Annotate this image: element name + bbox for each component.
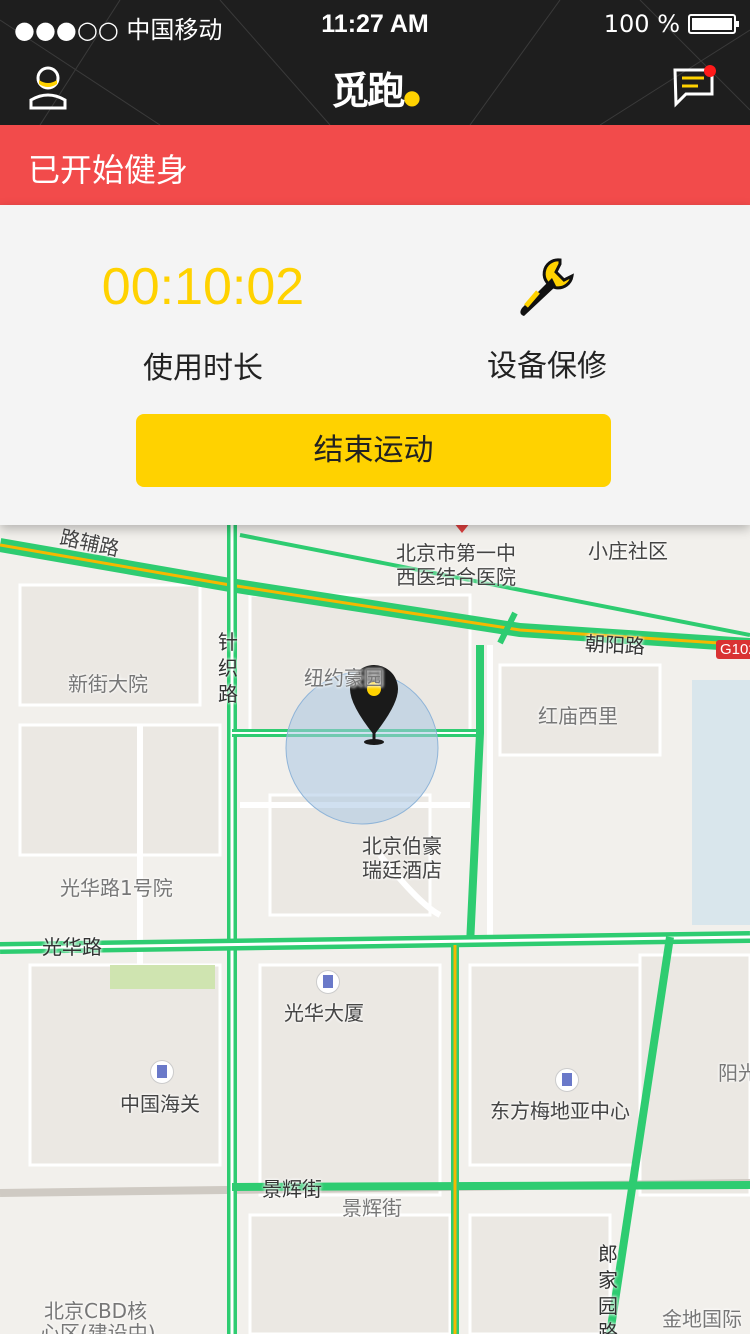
map-label-jinghui-street-1: 景辉街 <box>262 1177 322 1201</box>
map-label-cbd-2: 心区(建设中) <box>40 1321 156 1334</box>
logo-dot: ● <box>403 85 421 109</box>
map-label-niuyue: 纽约豪园 <box>304 666 384 690</box>
end-workout-button[interactable]: 结束运动 <box>136 414 611 487</box>
logo-text: 觅跑 <box>331 69 405 113</box>
session-panel: 00:10:02 使用时长 设备保修 结束运动 <box>0 205 750 525</box>
duration-timer: 00:10:02 <box>101 258 305 316</box>
building-icon <box>150 1060 174 1084</box>
map-label-xiaozhuang: 小庄社区 <box>588 539 668 563</box>
top-bar: ●●●○○ 中国移动 11:27 AM 100 % 觅跑● <box>0 0 750 125</box>
building-icon <box>316 970 340 994</box>
battery-icon <box>688 14 739 34</box>
map-label-langjia: 郎家园路 <box>598 1242 618 1334</box>
duration-label: 使用时长 <box>143 351 263 386</box>
map-label-hospital-2: 西医结合医院 <box>396 565 516 589</box>
map-label-yang: 阳光 <box>718 1061 750 1085</box>
app-logo: 觅跑● <box>0 60 750 115</box>
banner-text: 已开始健身 <box>28 151 189 189</box>
unread-badge <box>704 65 716 77</box>
wrench-icon[interactable] <box>512 250 582 320</box>
battery-percent: 100 % <box>603 10 680 38</box>
map-label-zhenzhi-road: 针织路 <box>218 630 238 706</box>
battery-status: 100 % <box>603 10 739 38</box>
map-highway-shield: G102 <box>716 640 750 659</box>
map-label-dongfang: 东方梅地亚中心 <box>490 1099 630 1123</box>
map-label-guanghua1: 光华路1号院 <box>60 876 173 900</box>
map-label-jinghui-street-2: 景辉街 <box>342 1196 402 1220</box>
map-label-xinjie: 新街大院 <box>68 672 148 696</box>
status-bar: ●●●○○ 中国移动 11:27 AM 100 % <box>0 0 750 50</box>
message-icon[interactable] <box>672 64 718 108</box>
map-view[interactable]: 路辅路 北京市第一中 西医结合医院 小庄社区 朝阳路 G102 针织路 新街大院… <box>0 525 750 1334</box>
nav-bar: 觅跑● <box>0 50 750 125</box>
map-label-chaoyang-road: 朝阳路 <box>584 631 646 659</box>
status-banner: 已开始健身 <box>0 125 750 205</box>
building-icon <box>555 1068 579 1092</box>
map-label-customs: 中国海关 <box>120 1092 200 1116</box>
repair-label[interactable]: 设备保修 <box>440 341 654 385</box>
map-label-guanghua-road: 光华路 <box>42 935 102 959</box>
map-label-hotel-2: 瑞廷酒店 <box>362 858 442 882</box>
map-label-jindi: 金地国际 <box>662 1307 742 1331</box>
map-label-hongmiao: 红庙西里 <box>538 704 618 728</box>
map-label-guanghua-tower: 光华大厦 <box>284 1001 364 1025</box>
